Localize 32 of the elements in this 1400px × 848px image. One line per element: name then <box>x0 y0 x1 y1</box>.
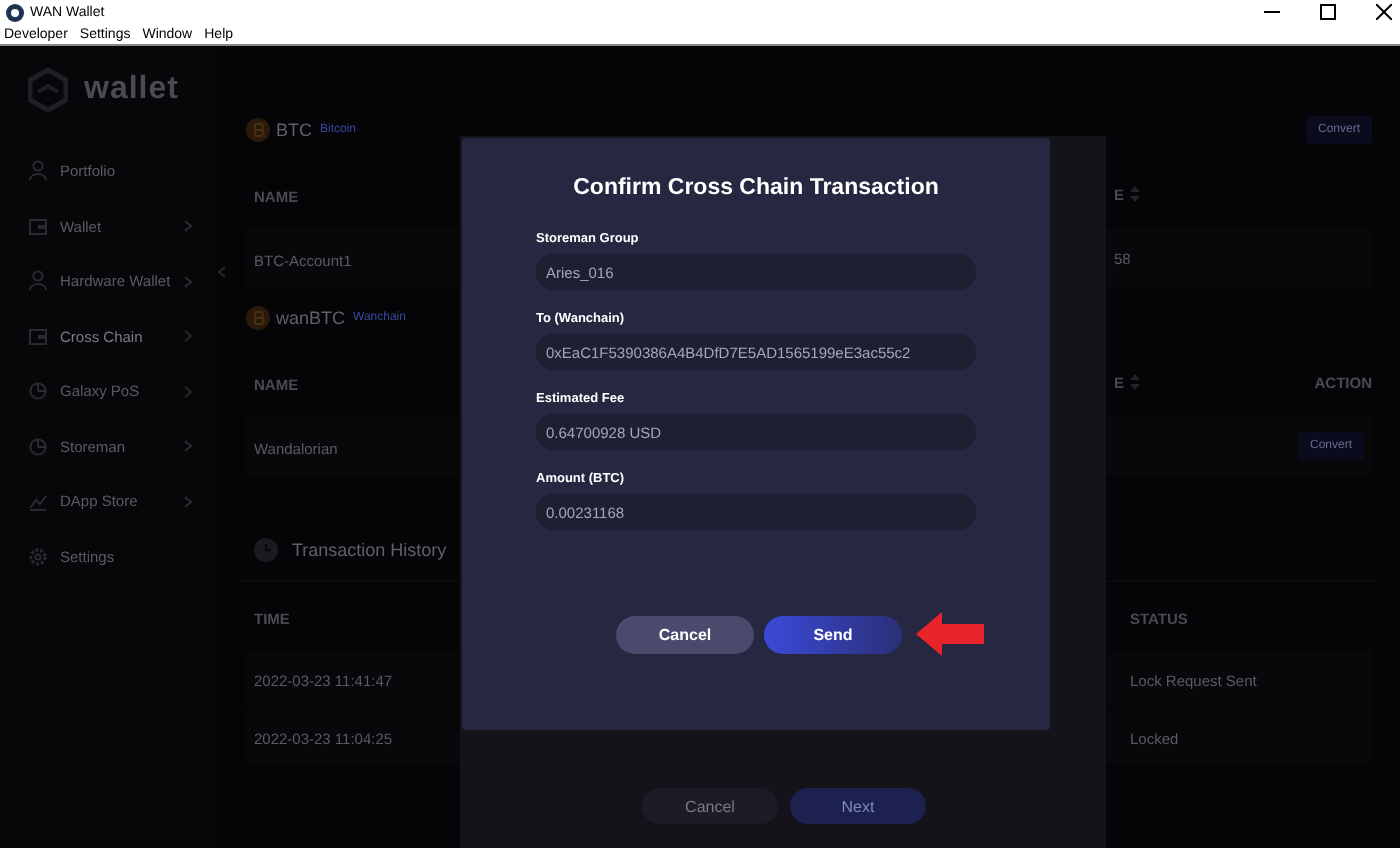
wallet-icon <box>28 215 48 238</box>
section-title: Transaction History <box>291 540 447 560</box>
maximize-icon[interactable] <box>1320 4 1336 20</box>
close-icon[interactable] <box>1376 4 1392 20</box>
pie-chart-icon <box>28 380 48 403</box>
chevron-right-icon <box>183 275 192 288</box>
chevron-right-icon <box>183 330 192 343</box>
clock-icon <box>253 538 278 562</box>
chevron-right-icon <box>183 495 192 508</box>
dialog-title: Confirm Cross Chain Transaction <box>571 176 941 200</box>
cancel-button[interactable]: Cancel <box>616 615 754 653</box>
chevron-right-icon <box>183 440 192 453</box>
settings-icon <box>28 545 48 568</box>
person-icon <box>28 270 48 293</box>
chevron-right-icon <box>183 385 192 398</box>
arrow-icon <box>916 612 984 656</box>
send-button[interactable]: Send <box>764 615 902 653</box>
logo-text: wallet <box>84 72 179 108</box>
coin-symbol: BTC <box>275 120 312 140</box>
sort-icon <box>1130 186 1140 202</box>
hexagon-logo-icon <box>28 68 68 112</box>
chevron-right-icon <box>183 220 192 233</box>
person-icon <box>28 160 48 183</box>
coin-symbol: wanBTC <box>275 308 345 328</box>
next-button[interactable]: Next <box>790 788 926 824</box>
chart-icon <box>28 490 48 513</box>
coin-icon <box>245 118 270 142</box>
sort-icon <box>1130 374 1140 390</box>
cancel-button[interactable]: Cancel <box>642 788 778 824</box>
wallet-icon <box>28 325 48 348</box>
coin-icon <box>245 306 270 330</box>
pie-chart-icon <box>28 435 48 458</box>
